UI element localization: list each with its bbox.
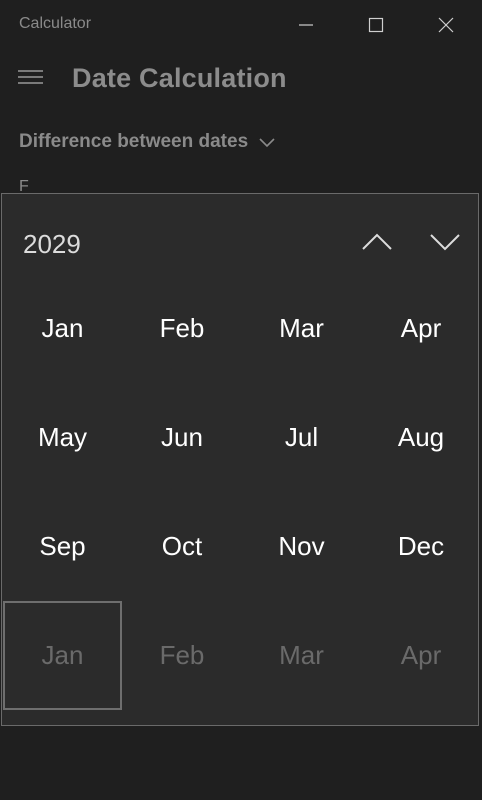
- month-cell[interactable]: Feb: [123, 601, 242, 710]
- month-cell[interactable]: Jan: [3, 601, 122, 710]
- page-title: Date Calculation: [72, 63, 287, 93]
- month-cell[interactable]: Aug: [362, 383, 481, 492]
- previous-year-button[interactable]: [357, 230, 397, 254]
- next-year-button[interactable]: [425, 230, 465, 254]
- month-cell[interactable]: May: [3, 383, 122, 492]
- month-cell[interactable]: Sep: [3, 492, 122, 601]
- chevron-down-icon: [259, 138, 275, 148]
- calculator-window: Calculator Date Calculation Difference b…: [0, 0, 482, 800]
- month-cell[interactable]: Mar: [242, 274, 361, 383]
- app-title: Calculator: [19, 15, 92, 32]
- month-cell[interactable]: Dec: [362, 492, 481, 601]
- month-cell[interactable]: Apr: [362, 274, 481, 383]
- minimize-button[interactable]: [272, 0, 340, 50]
- month-cell[interactable]: Jul: [242, 383, 361, 492]
- month-cell[interactable]: Oct: [123, 492, 242, 601]
- minimize-icon: [299, 24, 313, 26]
- month-cell[interactable]: Feb: [123, 274, 242, 383]
- title-bar: Calculator: [0, 0, 482, 50]
- chevron-up-icon: [362, 233, 392, 250]
- month-cell[interactable]: Apr: [362, 601, 481, 710]
- month-picker-flyout: 2029 Jan Feb Mar Apr May Jun Jul Aug Sep Oct Nov De…: [1, 193, 479, 726]
- picker-year-header[interactable]: 2029: [23, 229, 81, 260]
- close-button[interactable]: [412, 0, 480, 50]
- chevron-down-icon: [430, 234, 460, 251]
- maximize-icon: [368, 17, 384, 33]
- mode-selected-label: Difference between dates: [19, 131, 249, 152]
- month-cell[interactable]: Jan: [3, 274, 122, 383]
- maximize-button[interactable]: [342, 0, 410, 50]
- month-cell[interactable]: Nov: [242, 492, 361, 601]
- month-cell[interactable]: Jun: [123, 383, 242, 492]
- month-cell[interactable]: Mar: [242, 601, 361, 710]
- mode-dropdown[interactable]: Difference between dates: [19, 131, 276, 153]
- page-header: Date Calculation: [0, 52, 482, 106]
- hamburger-icon[interactable]: [18, 70, 43, 88]
- close-icon: [438, 17, 454, 33]
